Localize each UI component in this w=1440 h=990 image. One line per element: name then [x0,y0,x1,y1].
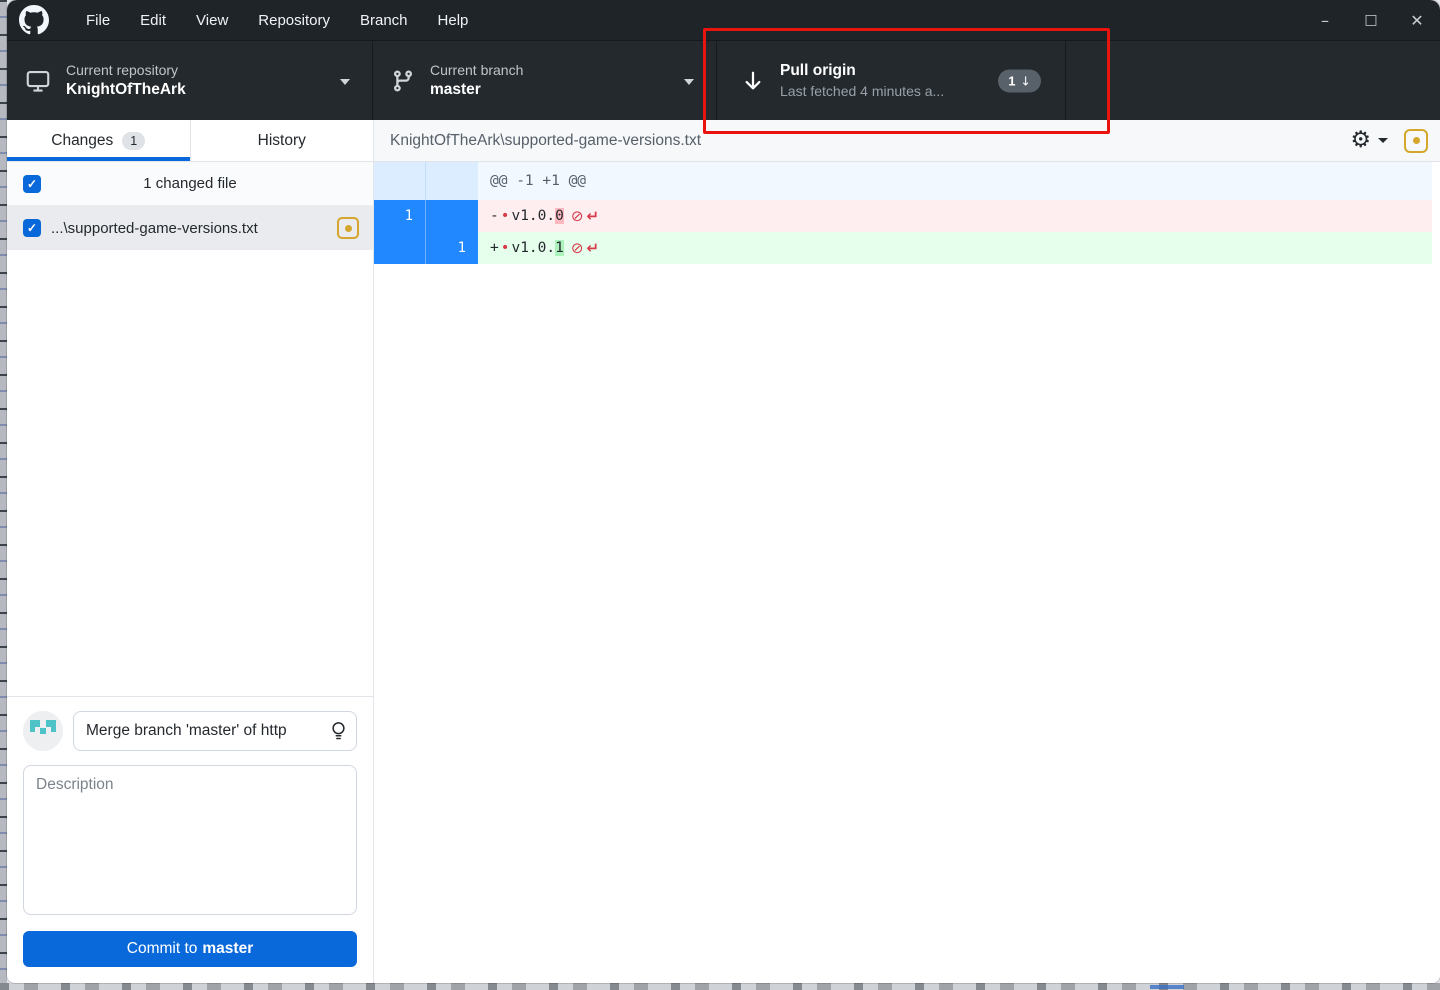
added-line-content: + • v1.0. 1 ⊘ ↵ [478,232,1432,264]
main-area: Changes 1 History ✓ 1 changed file ✓ ...… [7,120,1440,983]
tab-changes-label: Changes [51,131,114,149]
diff-panel: KnightOfTheArk\supported-game-versions.t… [374,120,1440,983]
diff-sign: + [490,240,499,256]
window-controls: – □ ✕ [1302,0,1440,40]
diff-hunk-header-row: @@ -1 +1 @@ [374,162,1432,200]
diff-empty-space [374,264,1440,983]
toolbar-empty-area [1066,41,1440,120]
line-text: v1.0. [511,240,556,256]
app-window: File Edit View Repository Branch Help – … [7,0,1440,983]
menu-help[interactable]: Help [423,0,484,40]
diff-added-row[interactable]: 1 + • v1.0. 1 ⊘ ↵ [374,232,1432,264]
new-line-number [426,200,478,232]
modified-status-icon [1404,128,1428,153]
pull-origin-subtitle: Last fetched 4 minutes a... [780,83,945,100]
menu-repository[interactable]: Repository [243,0,345,40]
chevron-down-icon [340,78,350,85]
file-name: ...\supported-game-versions.txt [51,219,258,237]
changes-sidebar: Changes 1 History ✓ 1 changed file ✓ ...… [7,120,374,983]
pull-origin-title: Pull origin [780,62,856,80]
commit-button-branch: master [202,940,254,957]
diff-gutter [374,162,478,200]
changed-files-header: ✓ 1 changed file [7,162,373,206]
close-button[interactable]: ✕ [1394,0,1440,40]
changes-count-badge: 1 [122,131,146,150]
select-all-checkbox[interactable]: ✓ [23,174,41,193]
diff-sign: - [490,208,499,224]
tab-changes[interactable]: Changes 1 [7,120,190,161]
menu-branch[interactable]: Branch [345,0,423,40]
pull-origin-button[interactable]: Pull origin Last fetched 4 minutes a... … [717,41,1066,120]
tab-history-label: History [257,131,306,149]
commit-button[interactable]: Commit to master [23,931,357,967]
diff-file-path: KnightOfTheArk\supported-game-versions.t… [390,131,701,149]
pull-count: 1 [1008,73,1016,88]
whitespace-dot-icon: • [500,240,510,256]
current-repository-button[interactable]: Current repository KnightOfTheArk [7,41,373,120]
changed-char: 0 [555,208,564,224]
commit-description-input[interactable] [23,765,357,915]
badge-arrow-down-icon: ↓ [1020,73,1031,88]
lightbulb-icon[interactable] [329,721,348,747]
current-branch-button[interactable]: Current branch master [373,41,717,120]
chevron-down-icon [684,78,694,85]
old-line-number [374,232,426,264]
diff-gutter-selected[interactable]: 1 [374,200,478,232]
diff-file-header: KnightOfTheArk\supported-game-versions.t… [374,120,1440,162]
toolbar: Current repository KnightOfTheArk Curren… [7,40,1440,120]
menu-view[interactable]: View [181,0,243,40]
commit-button-prefix: Commit to [126,940,198,957]
no-newline-icon: ⊘ [570,239,584,257]
commit-form: Commit to master [7,696,373,983]
menu-bar: File Edit View Repository Branch Help [71,0,483,40]
modified-status-icon [337,217,359,239]
new-line-number: 1 [457,240,466,256]
whitespace-dot-icon: • [500,208,510,224]
background-window-bottom-sliver [0,983,1440,990]
repository-icon [25,68,51,94]
file-list-empty-space [7,250,373,696]
minimize-button[interactable]: – [1302,0,1348,40]
removed-line-content: - • v1.0. 0 ⊘ ↵ [478,200,1432,232]
arrow-down-icon [741,69,765,93]
changed-files-count: 1 changed file [143,175,237,192]
diff-view: @@ -1 +1 @@ 1 - • v1.0. 0 ⊘ ↵ 1 + • v1.0… [374,162,1440,983]
diff-removed-row[interactable]: 1 - • v1.0. 0 ⊘ ↵ [374,200,1432,232]
no-newline-icon: ⊘ [570,207,584,225]
git-branch-icon [391,69,415,93]
github-logo-icon [19,5,49,35]
background-window-bottom-detail [1150,985,1184,989]
menu-file[interactable]: File [71,0,125,40]
hunk-header-text: @@ -1 +1 @@ [478,162,1432,200]
background-window-left-sliver [0,0,7,990]
current-branch-label: Current branch [430,61,524,78]
diff-options-button[interactable]: ⚙ [1350,129,1388,152]
tab-history[interactable]: History [189,120,374,161]
maximize-button[interactable]: □ [1348,0,1394,40]
changed-file-row[interactable]: ✓ ...\supported-game-versions.txt [7,206,373,250]
title-bar: File Edit View Repository Branch Help – … [7,0,1440,40]
current-repository-label: Current repository [66,61,179,78]
carriage-return-icon: ↵ [586,207,600,225]
gear-icon: ⚙ [1350,127,1371,153]
avatar [23,711,63,751]
menu-edit[interactable]: Edit [125,0,181,40]
sidebar-tabs: Changes 1 History [7,120,373,162]
current-branch-name: master [430,81,481,99]
pull-count-badge: 1 ↓ [998,69,1041,92]
diff-gutter-selected[interactable]: 1 [374,232,478,264]
line-text: v1.0. [511,208,556,224]
file-checkbox[interactable]: ✓ [23,219,41,237]
carriage-return-icon: ↵ [586,239,600,257]
old-line-number: 1 [374,200,426,232]
current-repository-name: KnightOfTheArk [66,81,186,99]
chevron-down-icon [1378,138,1388,143]
changed-char: 1 [555,240,564,256]
commit-summary-input[interactable] [73,711,357,751]
